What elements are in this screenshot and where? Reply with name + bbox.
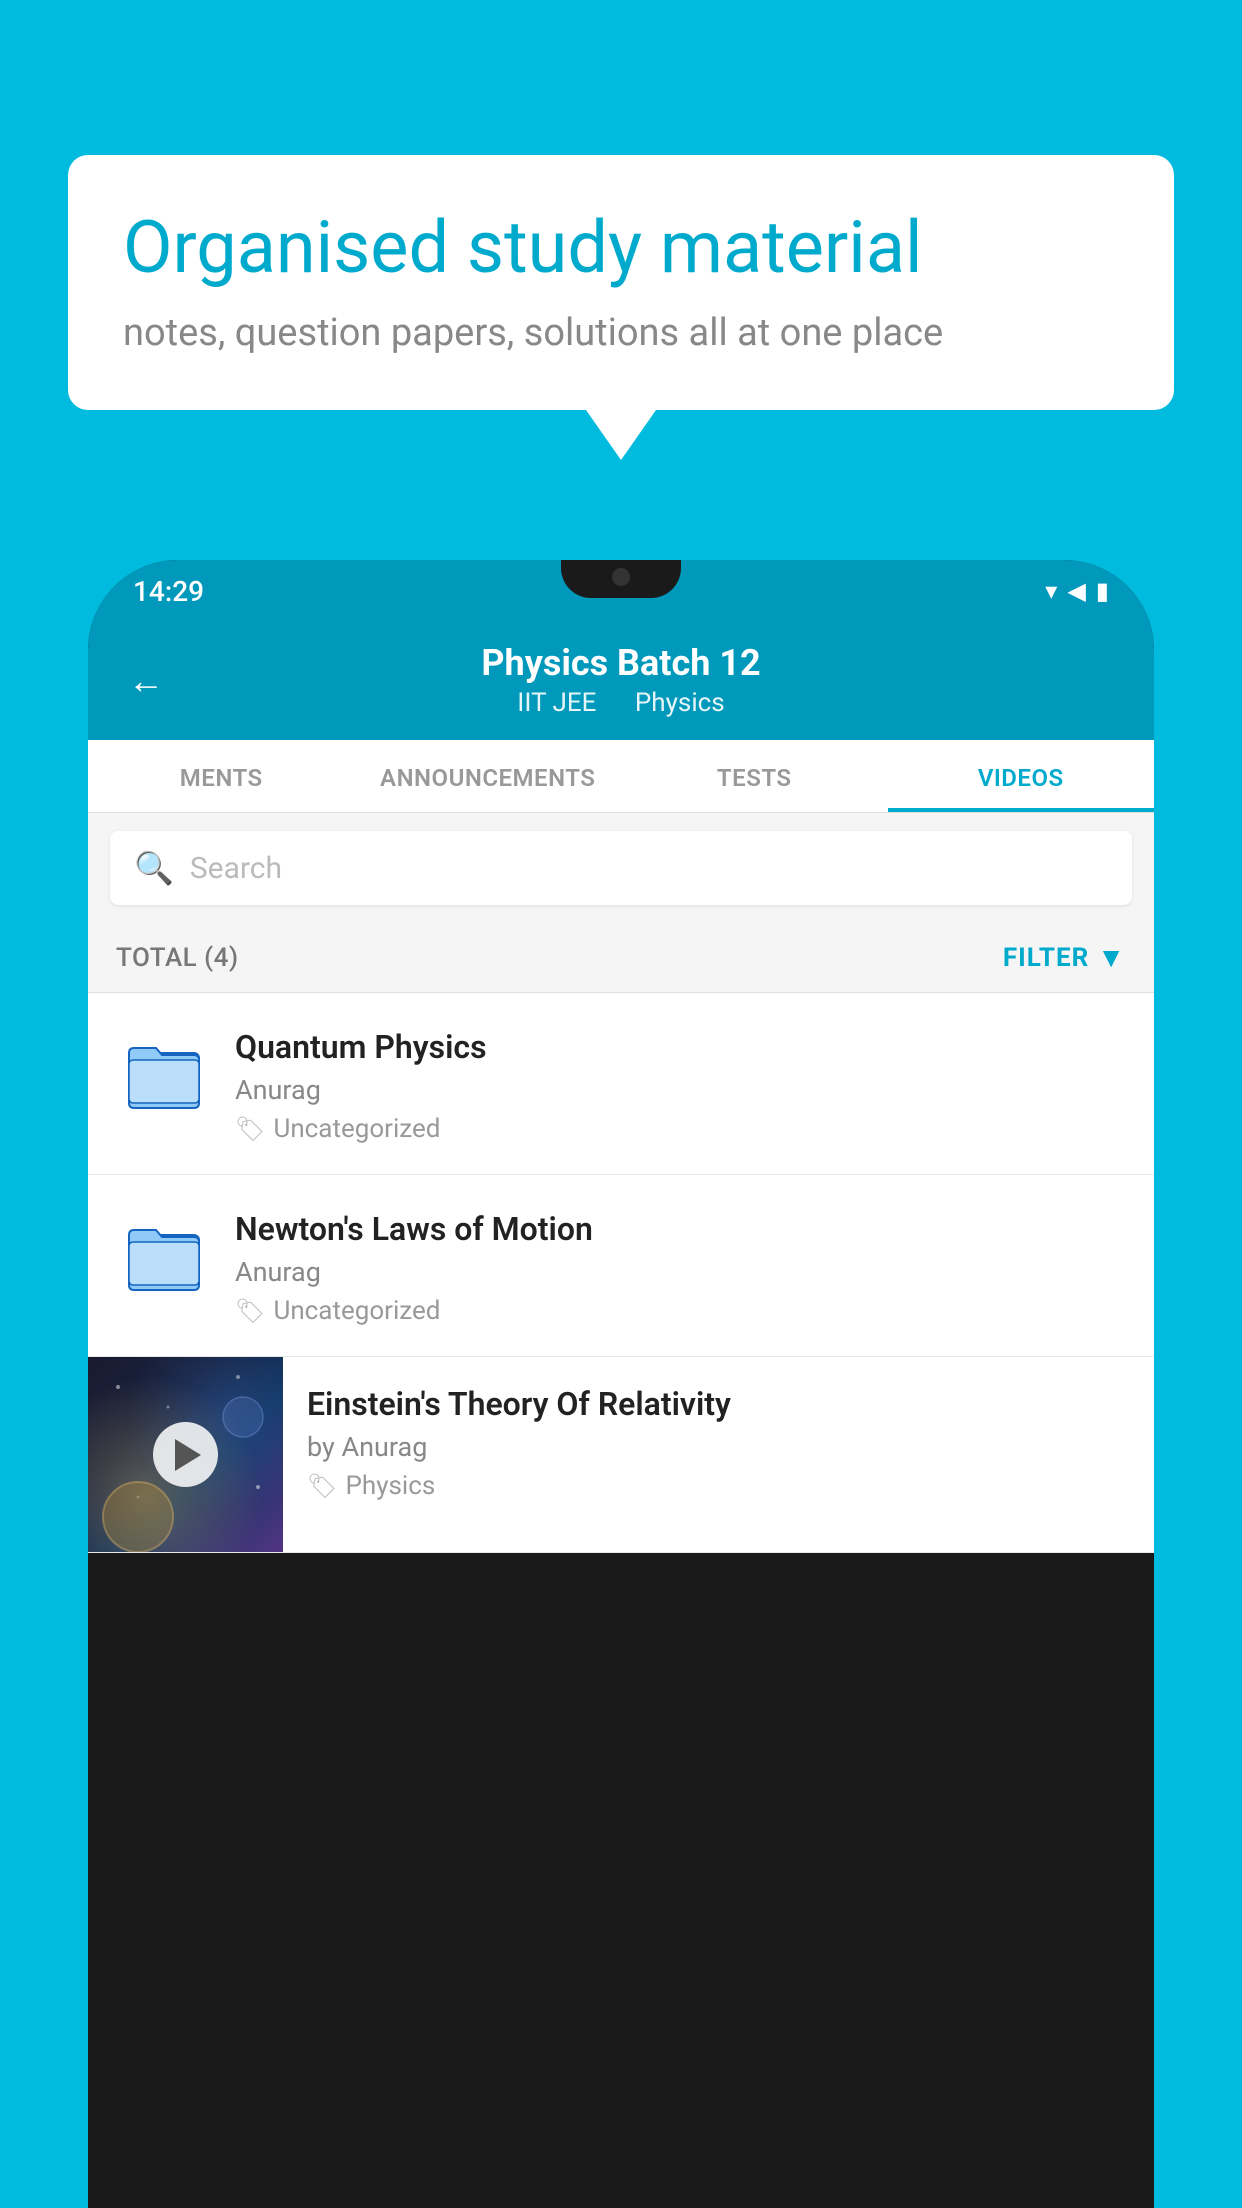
tag-icon: 🏷 <box>307 1472 337 1500</box>
header-title: Physics Batch 12 <box>128 642 1114 684</box>
item-title: Quantum Physics <box>235 1028 1126 1066</box>
camera-icon <box>612 568 630 586</box>
app-header: ← Physics Batch 12 IIT JEE Physics <box>88 622 1154 740</box>
list-item[interactable]: Newton's Laws of Motion Anurag 🏷 Uncateg… <box>88 1175 1154 1357</box>
filter-bar: TOTAL (4) FILTER ▼ <box>88 923 1154 993</box>
status-time: 14:29 <box>133 575 204 608</box>
total-count: TOTAL (4) <box>116 943 239 973</box>
item-author: Anurag <box>235 1074 1126 1106</box>
status-icons: ▾ ◀ ▮ <box>1045 577 1109 605</box>
tab-bar: MENTS ANNOUNCEMENTS TESTS VIDEOS <box>88 740 1154 813</box>
item-thumbnail-einstein <box>88 1357 283 1552</box>
subtitle-physics: Physics <box>635 688 725 718</box>
tab-tests[interactable]: TESTS <box>621 740 888 812</box>
tag-label: Physics <box>345 1471 435 1501</box>
notch <box>561 560 681 598</box>
list-item[interactable]: Einstein's Theory Of Relativity by Anura… <box>88 1357 1154 1553</box>
filter-label: FILTER <box>1003 943 1089 973</box>
phone-frame: 14:29 ▾ ◀ ▮ ← Physics Batch 12 IIT JEE P… <box>88 560 1154 2208</box>
item-thumbnail-newton <box>116 1205 211 1305</box>
item-info-quantum: Quantum Physics Anurag 🏷 Uncategorized <box>235 1023 1126 1144</box>
speech-bubble-card: Organised study material notes, question… <box>68 155 1174 410</box>
item-author: Anurag <box>235 1256 1126 1288</box>
list-item[interactable]: Quantum Physics Anurag 🏷 Uncategorized <box>88 993 1154 1175</box>
video-list: Quantum Physics Anurag 🏷 Uncategorized N… <box>88 993 1154 1553</box>
tag-label: Uncategorized <box>273 1114 440 1144</box>
speech-bubble-subtext: notes, question papers, solutions all at… <box>123 311 1119 355</box>
search-bar[interactable]: 🔍 Search <box>110 831 1132 905</box>
tag-icon: 🏷 <box>235 1115 265 1143</box>
item-tag: 🏷 Physics <box>307 1471 1126 1501</box>
tag-label: Uncategorized <box>273 1296 440 1326</box>
item-title: Einstein's Theory Of Relativity <box>307 1385 1126 1423</box>
speech-bubble-section: Organised study material notes, question… <box>68 155 1174 460</box>
item-title: Newton's Laws of Motion <box>235 1210 1126 1248</box>
battery-icon: ▮ <box>1096 577 1109 605</box>
item-tag: 🏷 Uncategorized <box>235 1296 1126 1326</box>
tab-ments[interactable]: MENTS <box>88 740 355 812</box>
subtitle-iitjee: IIT JEE <box>517 688 596 718</box>
item-author: by Anurag <box>307 1431 1126 1463</box>
folder-icon <box>124 1215 204 1295</box>
tag-icon: 🏷 <box>235 1297 265 1325</box>
play-button[interactable] <box>153 1422 218 1487</box>
back-button[interactable]: ← <box>128 660 164 702</box>
tab-announcements[interactable]: ANNOUNCEMENTS <box>355 740 622 812</box>
search-input[interactable]: Search <box>190 851 282 886</box>
speech-bubble-arrow <box>586 410 656 460</box>
status-bar: 14:29 ▾ ◀ ▮ <box>88 560 1154 622</box>
signal-icon: ◀ <box>1067 577 1085 605</box>
play-icon <box>175 1439 201 1471</box>
search-bar-container: 🔍 Search <box>88 813 1154 923</box>
tab-videos[interactable]: VIDEOS <box>888 740 1155 812</box>
search-icon: 🔍 <box>134 849 174 887</box>
wifi-icon: ▾ <box>1045 577 1057 605</box>
item-info-einstein: Einstein's Theory Of Relativity by Anura… <box>307 1357 1126 1529</box>
speech-bubble-headline: Organised study material <box>123 205 1119 291</box>
item-info-newton: Newton's Laws of Motion Anurag 🏷 Uncateg… <box>235 1205 1126 1326</box>
header-subtitle: IIT JEE Physics <box>128 688 1114 718</box>
filter-button[interactable]: FILTER ▼ <box>1003 941 1126 974</box>
item-tag: 🏷 Uncategorized <box>235 1114 1126 1144</box>
item-thumbnail-quantum <box>116 1023 211 1123</box>
filter-icon: ▼ <box>1097 941 1126 974</box>
folder-icon <box>124 1033 204 1113</box>
